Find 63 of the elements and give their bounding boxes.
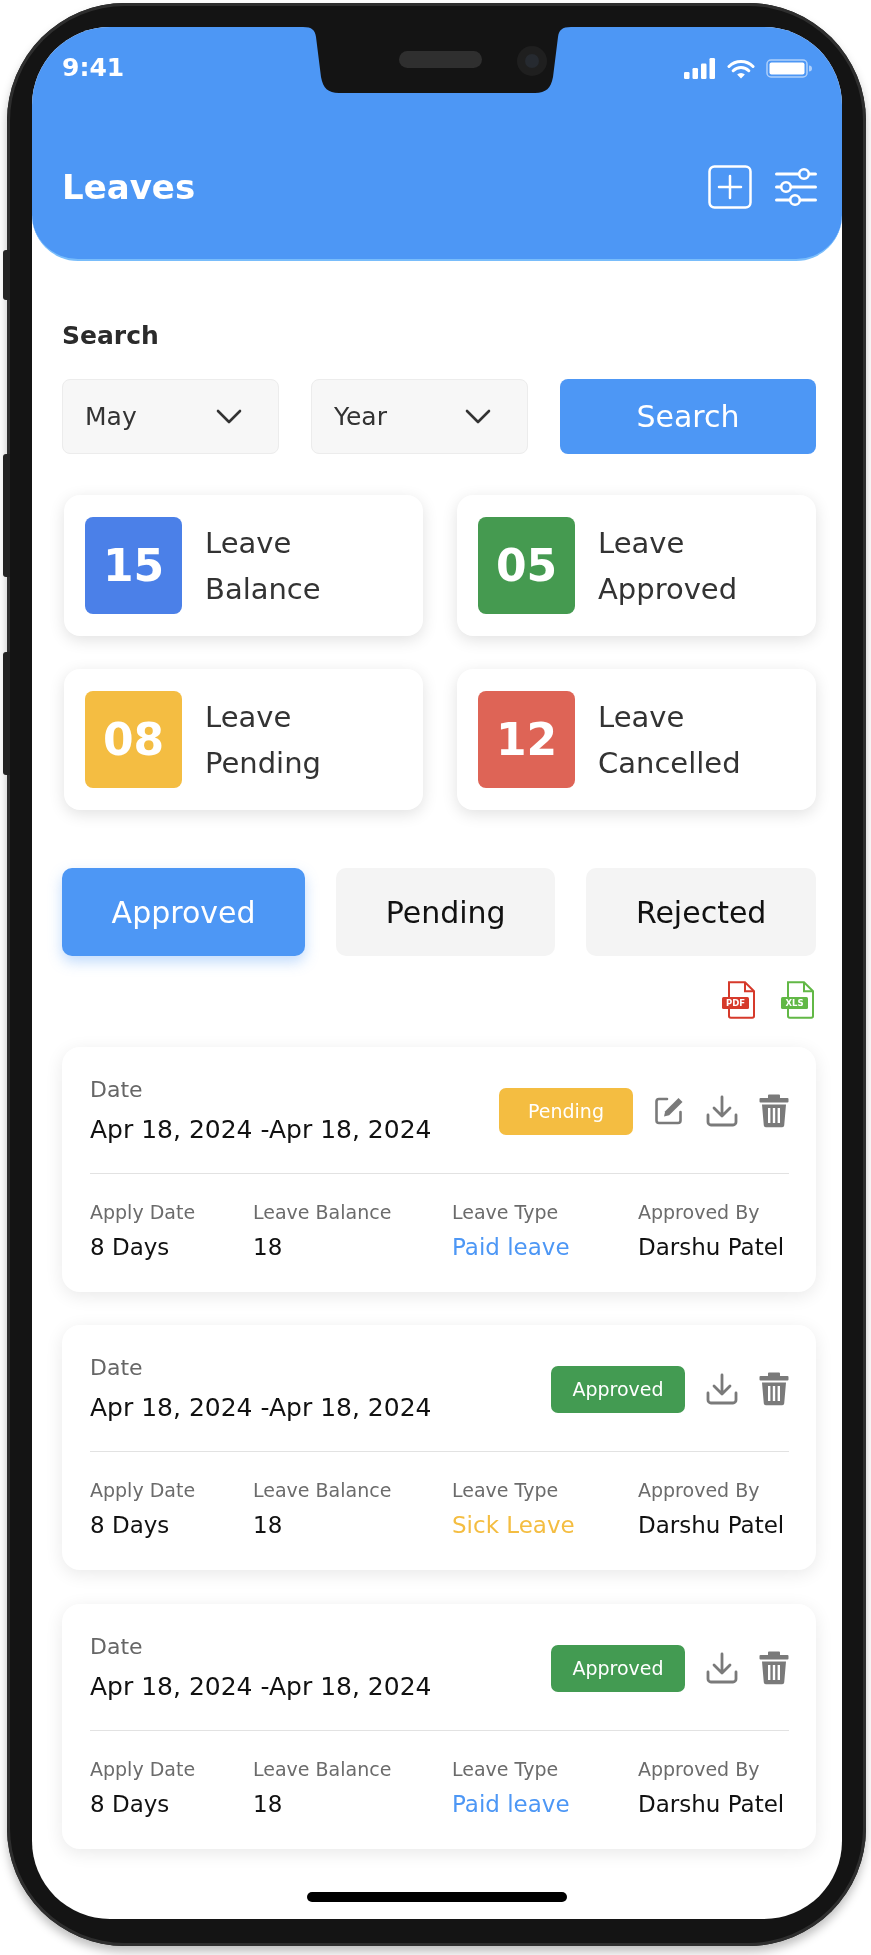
chevron-down-icon: [465, 409, 491, 424]
status-tag: Pending: [499, 1087, 633, 1135]
date-range: Apr 18, 2024 -Apr 18, 2024: [90, 1671, 432, 1703]
field-label: Approved By: [638, 1478, 761, 1503]
status-tag: Approved: [551, 1365, 685, 1413]
field-value: 18: [253, 1233, 284, 1262]
sliders-icon[interactable]: [775, 167, 817, 207]
field-label: Leave Type: [452, 1757, 560, 1782]
stat-label: Leave Pending: [205, 698, 322, 782]
trash-icon[interactable]: [759, 1651, 789, 1685]
trash-icon[interactable]: [759, 1094, 789, 1128]
field-value: 8 Days: [90, 1790, 171, 1819]
count-tile: 12: [478, 691, 575, 788]
status-time: 9:41: [62, 53, 125, 83]
field-value: Sick Leave: [452, 1511, 576, 1540]
status-tab[interactable]: Pending: [336, 868, 556, 956]
chevron-down-icon: [216, 409, 242, 424]
field-label: Apply Date: [90, 1478, 197, 1503]
field-value: Darshu Patel: [638, 1511, 786, 1540]
status-tab[interactable]: Rejected: [586, 868, 816, 956]
field-label: Leave Balance: [253, 1757, 393, 1782]
wifi-icon: [727, 57, 755, 79]
edit-icon[interactable]: [653, 1095, 685, 1127]
field-label: Leave Balance: [253, 1200, 393, 1225]
count-tile: 05: [478, 517, 575, 614]
section-heading: Search: [62, 321, 160, 351]
page-title: Leaves: [62, 166, 196, 209]
date-label: Date: [90, 1354, 144, 1382]
count-tile: 08: [85, 691, 182, 788]
field-label: Approved By: [638, 1200, 761, 1225]
field-value: 18: [253, 1511, 284, 1540]
date-range: Apr 18, 2024 -Apr 18, 2024: [90, 1392, 432, 1424]
year-dropdown[interactable]: Year: [311, 379, 528, 454]
download-icon[interactable]: [705, 1651, 739, 1685]
field-value: 18: [253, 1790, 284, 1819]
field-value: Darshu Patel: [638, 1790, 786, 1819]
field-label: Leave Balance: [253, 1478, 393, 1503]
stat-label: Leave Balance: [205, 524, 322, 608]
signal-icon: [684, 57, 716, 79]
month-dropdown[interactable]: May: [62, 379, 279, 454]
field-value: 8 Days: [90, 1511, 171, 1540]
phone-side-key: [3, 250, 10, 300]
field-value: Darshu Patel: [638, 1233, 786, 1262]
battery-icon: [766, 58, 812, 78]
field-value: Paid leave: [452, 1790, 571, 1819]
field-label: Approved By: [638, 1757, 761, 1782]
field-label: Leave Type: [452, 1200, 560, 1225]
field-value: 8 Days: [90, 1233, 171, 1262]
plus-square-icon[interactable]: [708, 165, 752, 209]
stat-label: Leave Approved: [598, 524, 739, 608]
download-icon[interactable]: [705, 1372, 739, 1406]
download-icon[interactable]: [705, 1094, 739, 1128]
field-label: Leave Type: [452, 1478, 560, 1503]
date-range: Apr 18, 2024 -Apr 18, 2024: [90, 1114, 432, 1146]
field-value: Paid leave: [452, 1233, 571, 1262]
field-label: Apply Date: [90, 1200, 197, 1225]
count-tile: 15: [85, 517, 182, 614]
field-label: Apply Date: [90, 1757, 197, 1782]
stat-label: Leave Cancelled: [598, 698, 742, 782]
date-label: Date: [90, 1076, 144, 1104]
status-tag: Approved: [551, 1644, 685, 1692]
trash-icon[interactable]: [759, 1372, 789, 1406]
date-label: Date: [90, 1633, 144, 1661]
